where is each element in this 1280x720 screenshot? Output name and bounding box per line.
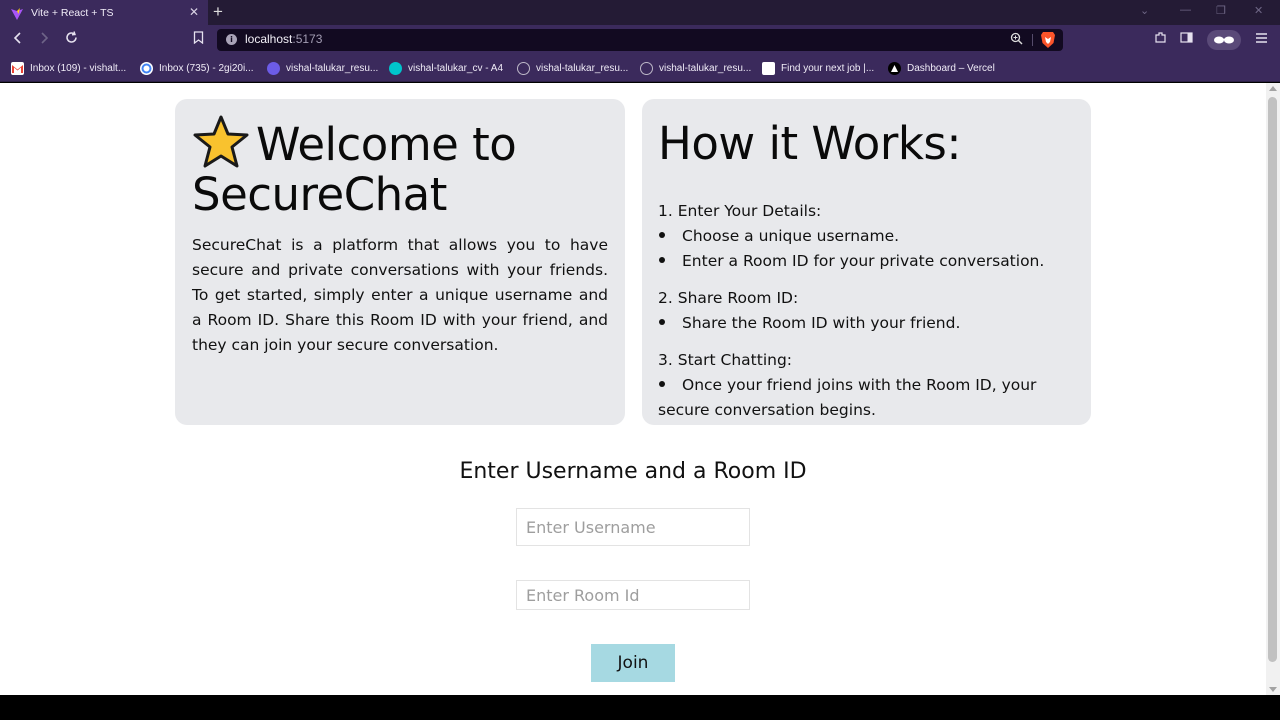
- bookmark-item[interactable]: Inbox (735) - 2gi20i...: [140, 60, 254, 76]
- bookmark-item[interactable]: vishal-talukar_resu...: [640, 60, 751, 76]
- globe-icon: [640, 61, 653, 75]
- tab-strip: Vite + React + TS ✕ + ⌄ — ❐ ✕: [0, 0, 1280, 25]
- address-bar[interactable]: i localhost:5173: [217, 29, 1063, 51]
- tab-active[interactable]: Vite + React + TS ✕: [0, 0, 208, 25]
- page-scrollbar[interactable]: [1266, 83, 1280, 695]
- google-icon: [140, 61, 153, 75]
- step-label: Start Chatting:: [677, 351, 793, 369]
- welcome-description: SecureChat is a platform that allows you…: [192, 236, 608, 354]
- star-icon: [192, 114, 250, 170]
- step-number: 2.: [658, 289, 673, 307]
- bookmark-label: vishal-talukar_resu...: [536, 62, 629, 74]
- close-tab-icon[interactable]: ✕: [189, 5, 199, 19]
- step-item-text: Choose a unique username.: [682, 227, 900, 245]
- step-item: Choose a unique username.: [658, 224, 1078, 249]
- page-viewport: Welcome to SecureChat SecureChat is a pl…: [0, 83, 1280, 695]
- how-it-works-title: How it Works:: [658, 117, 962, 170]
- step-item-text: Once your friend joins with the Room ID,…: [658, 376, 1037, 419]
- bookmark-label: vishal-talukar_cv - A4: [408, 62, 504, 74]
- new-tab-button[interactable]: +: [213, 1, 223, 23]
- gmail-icon: [11, 61, 24, 75]
- bookmark-item[interactable]: vishal-talukar_resu...: [267, 60, 378, 76]
- bookmark-item[interactable]: vishal-talukar_cv - A4: [389, 60, 503, 76]
- step-item: Enter a Room ID for your private convers…: [658, 249, 1078, 274]
- job-icon: [762, 61, 775, 75]
- bookmark-item[interactable]: Inbox (109) - vishalt...: [11, 60, 126, 76]
- sidebar-icon[interactable]: [1177, 31, 1195, 49]
- menu-icon[interactable]: [1252, 31, 1270, 49]
- close-window-button[interactable]: ✕: [1254, 4, 1263, 17]
- forward-icon[interactable]: [35, 31, 53, 49]
- vite-icon: [10, 6, 24, 20]
- globe-icon: [517, 61, 530, 75]
- url-text: localhost:5173: [245, 32, 322, 46]
- canva-icon: [389, 61, 402, 75]
- minimize-button[interactable]: —: [1180, 4, 1191, 16]
- username-input[interactable]: [516, 508, 750, 546]
- bookmarks-bar: Inbox (109) - vishalt... Inbox (735) - 2…: [0, 55, 1280, 82]
- bookmark-label: vishal-talukar_resu...: [659, 62, 752, 74]
- step-item: Share the Room ID with your friend.: [658, 311, 1078, 336]
- step-number: 1.: [658, 202, 673, 220]
- welcome-heading: Welcome to SecureChat: [192, 114, 612, 220]
- url-port: :5173: [292, 32, 323, 46]
- scroll-down-icon[interactable]: [1269, 687, 1277, 692]
- how-it-works-card: How it Works: 1. Enter Your Details: Cho…: [642, 99, 1091, 425]
- bookmark-icon[interactable]: [189, 31, 207, 49]
- bullet-icon: [659, 257, 665, 263]
- bookmark-label: Dashboard – Vercel: [907, 62, 995, 74]
- site-info-icon[interactable]: i: [226, 34, 237, 45]
- bookmark-item[interactable]: vishal-talukar_resu...: [517, 60, 628, 76]
- step-item-text: Enter a Room ID for your private convers…: [682, 252, 1045, 270]
- step-label: Share Room ID:: [677, 289, 799, 307]
- brave-shields-icon[interactable]: [1040, 31, 1056, 49]
- tab-search-icon[interactable]: ⌄: [1140, 4, 1149, 17]
- bookmark-item[interactable]: Dashboard – Vercel: [888, 60, 995, 76]
- bullet-icon: [659, 232, 665, 238]
- url-divider: [1032, 34, 1033, 46]
- back-icon[interactable]: [9, 31, 27, 49]
- taskbar-strip: [0, 695, 1280, 720]
- bookmark-item[interactable]: Find your next job |...: [762, 60, 874, 76]
- browser-toolbar: i localhost:5173: [0, 25, 1280, 55]
- restore-button[interactable]: ❐: [1216, 4, 1226, 17]
- url-host: localhost: [245, 32, 293, 46]
- bullet-icon: [659, 381, 665, 387]
- step-title: 1. Enter Your Details:: [658, 199, 1078, 224]
- step-item: Once your friend joins with the Room ID,…: [658, 373, 1078, 423]
- bullet-icon: [659, 319, 665, 325]
- scroll-up-icon[interactable]: [1269, 86, 1277, 91]
- room-id-input[interactable]: [516, 580, 750, 610]
- step-number: 3.: [658, 351, 673, 369]
- docs-icon: [267, 61, 280, 75]
- zoom-icon[interactable]: [1010, 32, 1023, 49]
- step-title: 2. Share Room ID:: [658, 286, 1078, 311]
- welcome-card: Welcome to SecureChat SecureChat is a pl…: [175, 99, 625, 425]
- reload-icon[interactable]: [62, 31, 80, 49]
- bookmark-label: Inbox (735) - 2gi20i...: [159, 62, 254, 74]
- join-button[interactable]: Join: [591, 644, 675, 682]
- bookmark-label: Find your next job |...: [781, 62, 875, 74]
- step-item-text: Share the Room ID with your friend.: [682, 314, 961, 332]
- scroll-thumb[interactable]: [1268, 97, 1277, 662]
- join-form-heading: Enter Username and a Room ID: [459, 459, 807, 484]
- step-title: 3. Start Chatting:: [658, 348, 1078, 373]
- tab-title: Vite + React + TS: [31, 6, 114, 19]
- step-label: Enter Your Details:: [677, 202, 822, 220]
- bookmark-label: Inbox (109) - vishalt...: [30, 62, 127, 74]
- extensions-icon[interactable]: [1151, 31, 1169, 49]
- steps-list: 1. Enter Your Details: Choose a unique u…: [658, 199, 1078, 423]
- vercel-icon: [888, 61, 901, 75]
- bookmark-label: vishal-talukar_resu...: [286, 62, 379, 74]
- private-profile-icon[interactable]: [1207, 30, 1241, 50]
